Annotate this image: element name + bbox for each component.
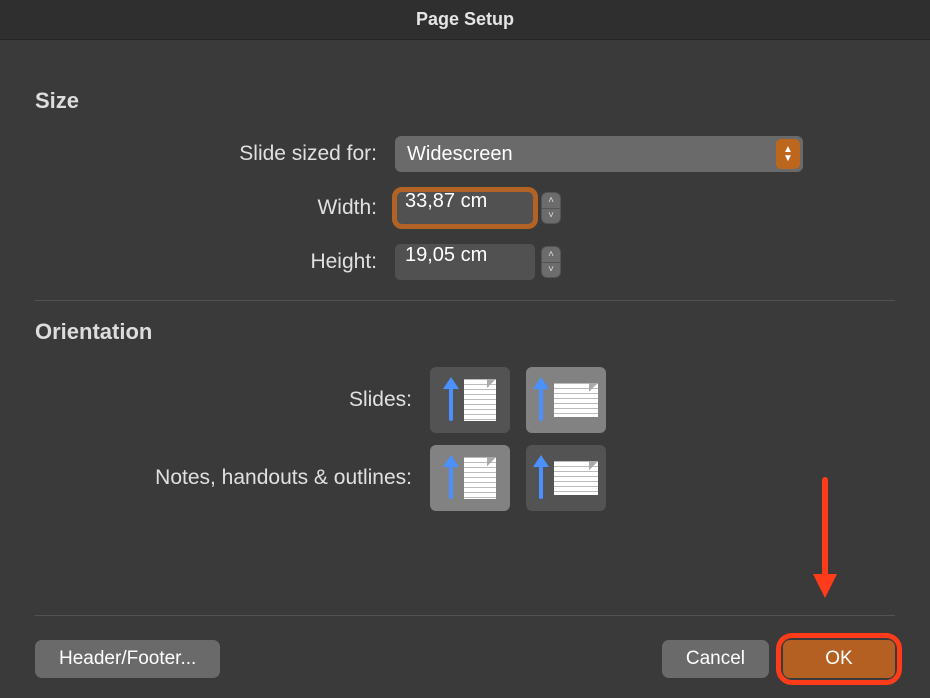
notes-orientation-label: Notes, handouts & outlines: bbox=[35, 466, 430, 490]
ok-button-label: OK bbox=[825, 648, 852, 670]
width-label: Width: bbox=[35, 196, 395, 220]
up-arrow-icon bbox=[444, 379, 458, 421]
chevron-down-icon[interactable]: ˅ bbox=[541, 208, 561, 225]
up-arrow-icon bbox=[534, 379, 548, 421]
size-section-title: Size bbox=[35, 88, 895, 114]
slide-sized-for-value: Widescreen bbox=[407, 143, 513, 166]
notes-portrait-button[interactable] bbox=[430, 445, 510, 511]
height-stepper[interactable]: ˄ ˅ bbox=[541, 246, 561, 278]
page-landscape-icon bbox=[554, 461, 598, 495]
height-label: Height: bbox=[35, 250, 395, 274]
slides-portrait-button[interactable] bbox=[430, 367, 510, 433]
up-arrow-icon bbox=[444, 457, 458, 499]
orientation-section-title: Orientation bbox=[35, 319, 895, 345]
height-input[interactable]: 19,05 cm bbox=[395, 244, 535, 280]
cancel-button[interactable]: Cancel bbox=[662, 640, 769, 678]
slide-sized-for-label: Slide sized for: bbox=[35, 142, 395, 166]
width-stepper[interactable]: ˄ ˅ bbox=[541, 192, 561, 224]
up-arrow-icon bbox=[534, 457, 548, 499]
header-footer-button[interactable]: Header/Footer... bbox=[35, 640, 220, 678]
page-landscape-icon bbox=[554, 383, 598, 417]
chevron-down-icon[interactable]: ˅ bbox=[541, 262, 561, 279]
chevron-up-icon[interactable]: ˄ bbox=[541, 246, 561, 262]
page-portrait-icon bbox=[464, 379, 496, 421]
page-portrait-icon bbox=[464, 457, 496, 499]
chevron-up-icon[interactable]: ˄ bbox=[541, 192, 561, 208]
window-title: Page Setup bbox=[0, 0, 930, 40]
notes-landscape-button[interactable] bbox=[526, 445, 606, 511]
divider bbox=[35, 615, 895, 616]
updown-chevron-icon: ▲ ▼ bbox=[776, 139, 800, 169]
ok-button[interactable]: OK bbox=[783, 640, 895, 678]
divider bbox=[35, 300, 895, 301]
slides-landscape-button[interactable] bbox=[526, 367, 606, 433]
width-input[interactable]: 33,87 cm bbox=[395, 190, 535, 226]
slides-orientation-label: Slides: bbox=[35, 388, 430, 412]
slide-sized-for-select[interactable]: Widescreen ▲ ▼ bbox=[395, 136, 803, 172]
